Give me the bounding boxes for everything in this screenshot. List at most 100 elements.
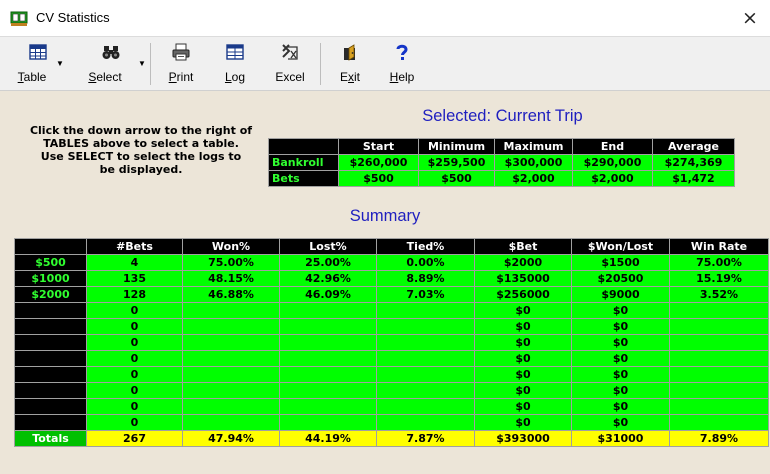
summary-title: Summary bbox=[349, 207, 421, 225]
summary-cell bbox=[182, 398, 280, 415]
trip-cell: $260,000 bbox=[338, 154, 419, 171]
summary-totals-row: Totals 267 47.94% 44.19% 7.87% $393000 $… bbox=[14, 430, 769, 447]
totals-label: Totals bbox=[14, 430, 87, 447]
log-button[interactable]: Log bbox=[212, 39, 258, 89]
printer-icon bbox=[172, 43, 190, 61]
table-icon bbox=[29, 44, 47, 60]
summary-cell: $0 bbox=[571, 334, 670, 351]
summary-cell bbox=[279, 382, 377, 399]
summary-cell bbox=[669, 398, 769, 415]
summary-header-won-lost: $Won/Lost bbox=[571, 238, 670, 255]
instructions-line: Use SELECT to select the logs to bbox=[40, 150, 242, 163]
summary-cell: $0 bbox=[474, 366, 572, 383]
summary-row: $500 4 75.00% 25.00% 0.00% $2000 $1500 75.00% bbox=[14, 254, 769, 271]
summary-cell bbox=[669, 414, 769, 431]
toolbar: Table ▼ Select ▼ Print Log Excel Exit He… bbox=[0, 37, 770, 91]
summary-cell: 0 bbox=[86, 302, 183, 319]
print-button-hotkey: P bbox=[168, 70, 177, 84]
summary-row-label bbox=[14, 318, 87, 335]
instructions-text: Click the down arrow to the right of TAB… bbox=[16, 124, 266, 176]
totals-cell: 267 bbox=[86, 430, 183, 447]
summary-body: $500 4 75.00% 25.00% 0.00% $2000 $1500 75.00% $1… bbox=[14, 254, 769, 431]
summary-cell bbox=[182, 318, 280, 335]
instructions-line: be displayed. bbox=[99, 163, 183, 176]
summary-cell bbox=[182, 414, 280, 431]
summary-cell: 15.19% bbox=[669, 270, 769, 287]
totals-cell: 47.94% bbox=[182, 430, 280, 447]
summary-row-label bbox=[14, 334, 87, 351]
summary-cell: 0 bbox=[86, 414, 183, 431]
summary-header-row: #Bets Won% Lost% Tied% $Bet $Won/Lost Wi… bbox=[14, 238, 769, 255]
summary-cell: $0 bbox=[474, 414, 572, 431]
summary-cell: $0 bbox=[571, 398, 670, 415]
summary-cell: 0 bbox=[86, 398, 183, 415]
select-dropdown-caret-icon[interactable]: ▼ bbox=[138, 59, 146, 68]
summary-row: $1000 135 48.15% 42.96% 8.89% $135000 $20500 15… bbox=[14, 270, 769, 287]
summary-cell: $9000 bbox=[571, 286, 670, 303]
summary-row-label bbox=[14, 382, 87, 399]
table-button-label: able bbox=[23, 70, 47, 84]
summary-row: $2000 128 46.88% 46.09% 7.03% $256000 $9000 3.5… bbox=[14, 286, 769, 303]
summary-row: 0 $0 $0 bbox=[14, 318, 769, 335]
trip-row-bets: Bets $500 $500 $2,000 $2,000 $1,472 bbox=[268, 170, 735, 187]
totals-cell: 44.19% bbox=[279, 430, 377, 447]
instructions-line: Click the down arrow to the right of bbox=[29, 124, 253, 137]
totals-cell: 7.87% bbox=[376, 430, 475, 447]
summary-cell bbox=[669, 382, 769, 399]
summary-cell bbox=[182, 334, 280, 351]
exit-button-label-start: E bbox=[339, 70, 348, 84]
summary-row-label bbox=[14, 398, 87, 415]
summary-cell: $0 bbox=[571, 350, 670, 367]
trip-cell: $500 bbox=[338, 170, 419, 187]
summary-cell bbox=[279, 318, 377, 335]
summary-cell bbox=[182, 350, 280, 367]
selected-trip-title: Selected: Current Trip bbox=[422, 107, 583, 125]
summary-cell: $256000 bbox=[474, 286, 572, 303]
summary-row-label bbox=[14, 350, 87, 367]
window-title: CV Statistics bbox=[36, 10, 110, 25]
summary-row: 0 $0 $0 bbox=[14, 414, 769, 431]
table-dropdown-caret-icon[interactable]: ▼ bbox=[56, 59, 64, 68]
log-button-hotkey: L bbox=[224, 70, 232, 84]
summary-cell: 42.96% bbox=[279, 270, 377, 287]
select-button[interactable]: Select ▼ bbox=[76, 39, 146, 89]
summary-cell bbox=[182, 382, 280, 399]
summary-row-label: $500 bbox=[14, 254, 87, 271]
excel-icon bbox=[282, 44, 298, 60]
summary-row: 0 $0 $0 bbox=[14, 350, 769, 367]
log-grid-icon bbox=[226, 44, 244, 60]
trip-header-start: Start bbox=[338, 138, 419, 155]
print-button[interactable]: Print bbox=[158, 39, 204, 89]
summary-row: 0 $0 $0 bbox=[14, 302, 769, 319]
summary-cell bbox=[279, 302, 377, 319]
close-button[interactable]: × bbox=[730, 0, 770, 37]
exit-button[interactable]: Exit bbox=[328, 39, 372, 89]
summary-cell: 0 bbox=[86, 350, 183, 367]
summary-cell: 0 bbox=[86, 366, 183, 383]
totals-cell: $31000 bbox=[571, 430, 670, 447]
summary-cell bbox=[376, 302, 475, 319]
summary-cell bbox=[669, 302, 769, 319]
summary-row-label bbox=[14, 366, 87, 383]
summary-cell: 46.88% bbox=[182, 286, 280, 303]
summary-cell: $20500 bbox=[571, 270, 670, 287]
help-question-icon bbox=[396, 44, 408, 60]
excel-button[interactable]: Excel bbox=[266, 39, 314, 89]
summary-row: 0 $0 $0 bbox=[14, 382, 769, 399]
trip-stats-table: Start Minimum Maximum End Average Bankro… bbox=[268, 138, 735, 187]
summary-cell: 75.00% bbox=[669, 254, 769, 271]
summary-cell: $0 bbox=[571, 366, 670, 383]
help-button-label: elp bbox=[398, 70, 415, 84]
table-button[interactable]: Table ▼ bbox=[12, 39, 64, 89]
summary-cell: $0 bbox=[571, 414, 670, 431]
summary-cell: $0 bbox=[474, 398, 572, 415]
summary-cell bbox=[279, 398, 377, 415]
trip-header-corner bbox=[268, 138, 339, 155]
summary-row-label bbox=[14, 414, 87, 431]
summary-cell: $0 bbox=[474, 318, 572, 335]
summary-cell: 48.15% bbox=[182, 270, 280, 287]
trip-row-bankroll: Bankroll $260,000 $259,500 $300,000 $290… bbox=[268, 154, 735, 171]
summary-cell: $0 bbox=[571, 318, 670, 335]
summary-row-label bbox=[14, 302, 87, 319]
help-button[interactable]: Help bbox=[380, 39, 424, 89]
